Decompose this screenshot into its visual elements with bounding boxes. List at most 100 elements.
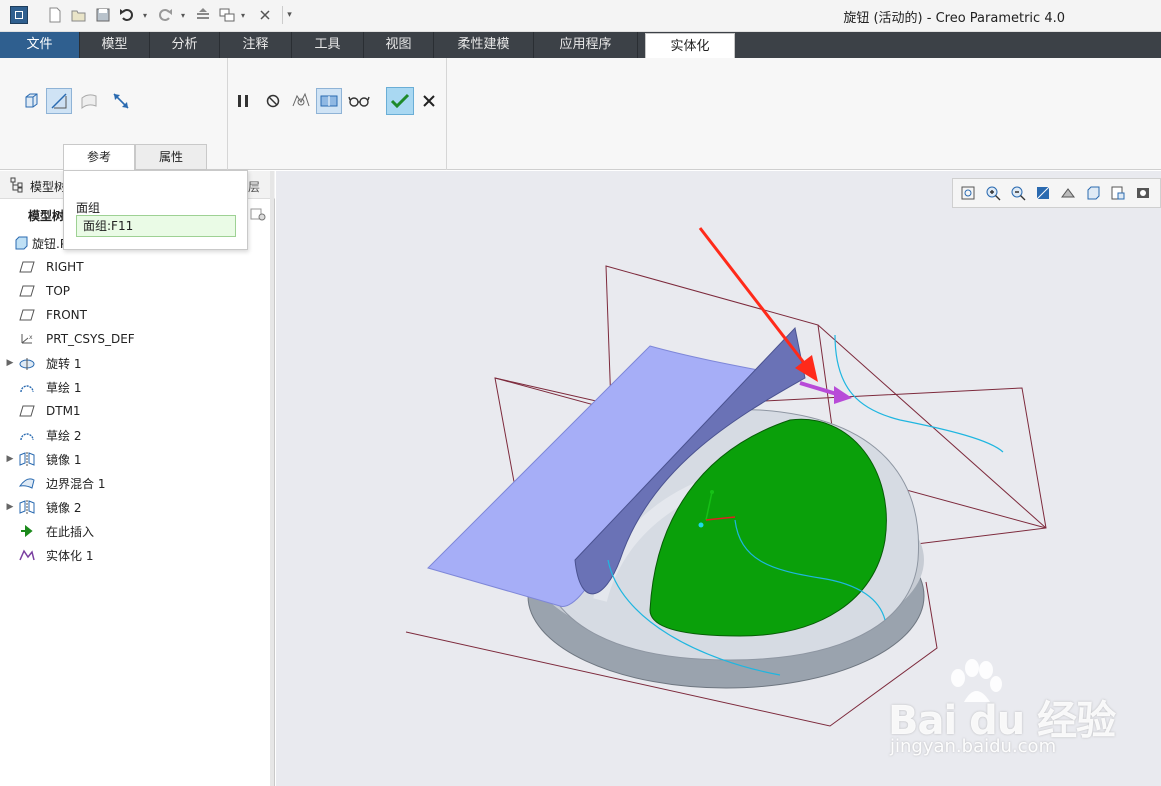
quilt-collector-field[interactable]: 面组:F11 [76,215,236,237]
tree-item-label: 镜像 1 [46,452,82,467]
remove-material-icon[interactable] [46,88,72,114]
title-bar: ▾ ▾ ▾ ▾ 旋钮 (活动的) - Creo Parametric 4.0 [0,0,1161,32]
tree-item-label: RIGHT [46,260,84,274]
datum-plane-icon [16,403,38,419]
customize-icon[interactable]: ▾ [282,6,296,24]
tree-item-6[interactable]: DTM1 [0,399,275,423]
replace-surface-icon[interactable] [76,88,102,114]
tree-item-label: TOP [46,284,71,298]
window-title: 旋钮 (活动的) - Creo Parametric 4.0 [843,11,1065,26]
ribbon-separator [446,58,447,170]
new-icon[interactable] [46,6,64,24]
view-toolbar [952,178,1161,208]
tree-item-4[interactable]: ▶ 旋转 1 [0,351,275,375]
saved-orientations-icon[interactable] [1082,182,1104,204]
tree-item-label: 草绘 1 [46,380,82,395]
open-icon[interactable] [70,6,88,24]
tree-item-0[interactable]: RIGHT [0,255,275,279]
tree-item-label: 边界混合 1 [46,476,106,491]
revolve-icon [16,355,38,371]
tab-tools[interactable]: 工具 [292,32,364,58]
verify-glasses-icon[interactable] [346,88,372,114]
tree-item-7[interactable]: 草绘 2 [0,423,275,447]
tab-file[interactable]: 文件 [0,32,80,58]
dashboard-tab-properties[interactable]: 属性 [135,144,207,170]
app-menu-icon[interactable] [10,6,28,24]
tree-items: RIGHT TOP FRONT x PRT_CSYS_DEF ▶ 旋转 1 草绘 1 DTM1 草… [0,255,275,567]
layer-tab-label[interactable]: 层 [248,178,260,195]
repaint-icon[interactable] [1032,182,1054,204]
dashboard-tab-references[interactable]: 参考 [63,144,135,170]
expand-arrow-icon[interactable]: ▶ [4,358,16,368]
tree-item-label: FRONT [46,308,87,322]
undo-icon[interactable] [118,6,136,24]
tree-item-11[interactable]: 在此插入 [0,519,275,543]
tree-item-12[interactable]: 实体化 1 [0,543,275,567]
ok-check-icon[interactable] [386,87,414,115]
tree-item-label: PRT_CSYS_DEF [46,332,135,346]
cancel-x-icon[interactable] [416,88,442,114]
zoom-in-icon[interactable] [982,182,1004,204]
save-icon[interactable] [94,6,112,24]
tree-scrollbar[interactable] [270,171,274,786]
tree-item-label: 镜像 2 [46,500,82,515]
tree-item-10[interactable]: ▶ 镜像 2 [0,495,275,519]
perspective-icon[interactable] [1132,182,1154,204]
detached-preview-icon[interactable] [316,88,342,114]
view-manager-icon[interactable] [1107,182,1129,204]
mirror-icon [16,499,38,515]
tab-solidify[interactable]: 实体化 [645,33,735,59]
no-preview-icon[interactable] [260,88,286,114]
svg-text:x: x [29,334,33,341]
windows-dropdown-icon[interactable]: ▾ [238,6,248,24]
redo-icon[interactable] [156,6,174,24]
ribbon-separator [227,58,228,170]
tree-item-5[interactable]: 草绘 1 [0,375,275,399]
undo-dropdown-icon[interactable]: ▾ [140,6,150,24]
tree-item-label: 在此插入 [46,524,95,539]
zoom-out-icon[interactable] [1007,182,1029,204]
tab-analysis[interactable]: 分析 [150,32,220,58]
part-icon [10,235,32,251]
tree-item-label: 草绘 2 [46,428,82,443]
ribbon-dashboard: 参考 属性 [0,58,1161,170]
insert-here-icon [16,523,38,539]
tree-item-label: 旋转 1 [46,356,82,371]
tab-model[interactable]: 模型 [80,32,150,58]
expand-arrow-icon[interactable]: ▶ [4,502,16,512]
datum-plane-icon [16,307,38,323]
solid-option-icon[interactable] [18,88,44,114]
model-tree: 旋钮.PRT RIGHT TOP FRONT x PRT_CSYS_DEF ▶ 旋转 1 草绘… [0,231,275,567]
tree-item-8[interactable]: ▶ 镜像 1 [0,447,275,471]
attached-preview-icon[interactable] [288,88,314,114]
refit-icon[interactable] [957,182,979,204]
tab-flexible-modeling[interactable]: 柔性建模 [434,32,534,58]
tree-settings-icon[interactable] [250,207,266,224]
datum-plane-icon [16,259,38,275]
tree-item-1[interactable]: TOP [0,279,275,303]
pause-icon[interactable] [230,88,256,114]
tab-applications[interactable]: 应用程序 [534,32,638,58]
expand-arrow-icon[interactable]: ▶ [4,454,16,464]
close-window-icon[interactable] [256,6,274,24]
tree-item-9[interactable]: 边界混合 1 [0,471,275,495]
quilt-label: 面组 [76,201,101,215]
regenerate-icon[interactable] [194,6,212,24]
boundary-blend-icon [16,475,38,491]
model-tree-title: 模型树 [28,209,65,223]
tree-item-3[interactable]: x PRT_CSYS_DEF [0,327,275,351]
model-tree-tab-label[interactable]: 模型树 [30,178,66,195]
display-style-icon[interactable] [1057,182,1079,204]
sketch-icon [16,427,38,443]
flip-direction-icon[interactable] [108,88,134,114]
tree-item-2[interactable]: FRONT [0,303,275,327]
watermark-url: jingyan.baidu.com [890,736,1057,757]
tab-annotate[interactable]: 注释 [220,32,292,58]
redo-dropdown-icon[interactable]: ▾ [178,6,188,24]
mirror-icon [16,451,38,467]
windows-icon[interactable] [218,6,236,24]
tab-view[interactable]: 视图 [364,32,434,58]
baidu-watermark: Bai du 经验 jingyan.baidu.com [888,658,1158,768]
solidify-icon [16,547,38,563]
sketch-icon [16,379,38,395]
